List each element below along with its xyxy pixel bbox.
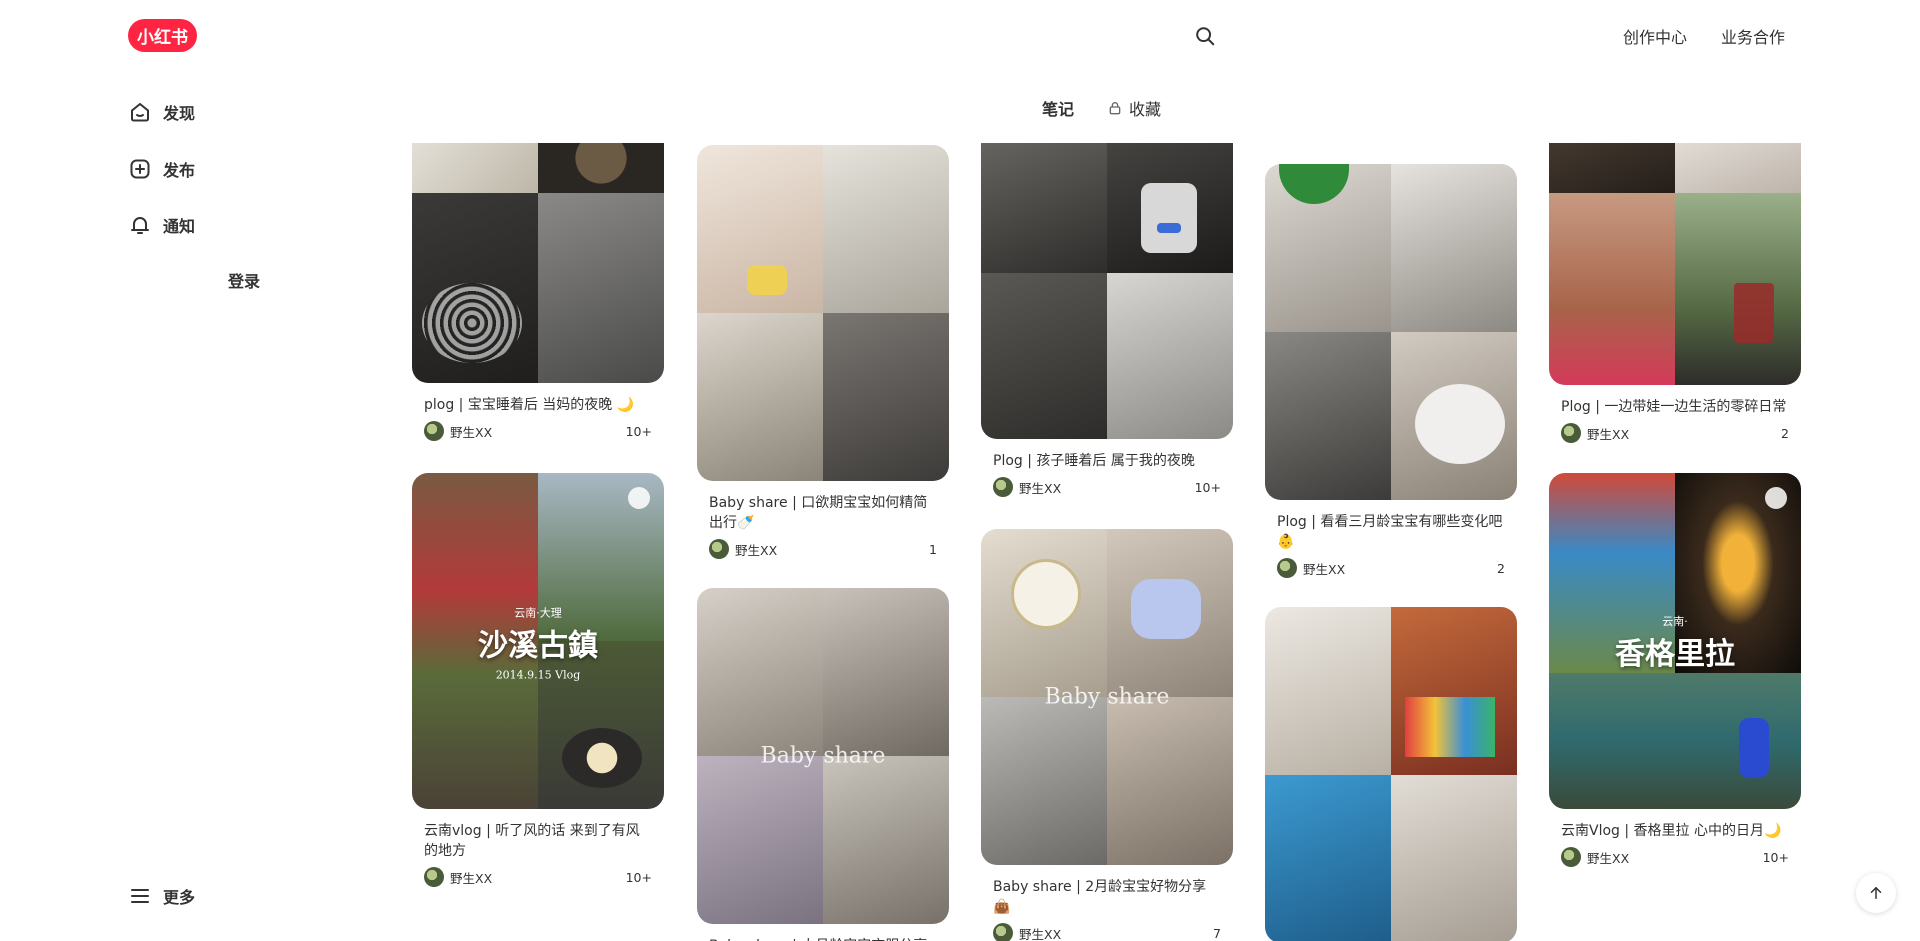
cover-overlay: 云南·大理 沙溪古鎮 2014.9.15 Vlog bbox=[412, 601, 664, 682]
note-cover[interactable]: 云南· 香格里拉 bbox=[1549, 473, 1801, 809]
like-count[interactable]: 10+ bbox=[1763, 850, 1789, 865]
avatar[interactable] bbox=[993, 477, 1013, 497]
note-title[interactable]: 云南vlog | 听了风的话 来到了有风的地方 bbox=[412, 809, 664, 861]
avatar[interactable] bbox=[993, 923, 1013, 941]
note-author[interactable]: 野生XX bbox=[1587, 424, 1781, 443]
note-author[interactable]: 野生XX bbox=[1019, 478, 1195, 497]
cover-overlay-title: 香格里拉 bbox=[1615, 637, 1735, 672]
sidebar-item-publish[interactable]: 发布 bbox=[128, 149, 195, 189]
note-author[interactable]: 野生XX bbox=[735, 540, 929, 559]
note-author[interactable]: 野生XX bbox=[1019, 924, 1213, 941]
select-circle-icon[interactable] bbox=[628, 487, 650, 509]
cover-overlay-title: Baby share bbox=[1044, 684, 1170, 710]
lock-icon bbox=[1109, 102, 1121, 115]
note-cover[interactable] bbox=[1265, 164, 1517, 500]
login-button[interactable]: 登录 bbox=[228, 268, 260, 292]
note-feed: plog | 宝宝睡着后 当妈的夜晚 🌙 野生XX 10+ 云南·大理 沙溪古鎮… bbox=[400, 143, 1820, 941]
note-meta: 野生XX 10+ bbox=[1549, 847, 1801, 867]
note-card[interactable]: Baby share Baby share | 小月龄宝宝衣服分享 bbox=[697, 588, 949, 941]
avatar[interactable] bbox=[1561, 423, 1581, 443]
cover-overlay-small: 云南· bbox=[1662, 615, 1688, 628]
note-author[interactable]: 野生XX bbox=[450, 422, 626, 441]
note-card[interactable]: Plog | 孩子睡着后 属于我的夜晚 野生XX 10+ bbox=[981, 143, 1233, 497]
top-header: 小红书 创作中心 业务合作 bbox=[0, 0, 1920, 72]
like-count[interactable]: 10+ bbox=[626, 870, 652, 885]
note-cover[interactable] bbox=[981, 143, 1233, 439]
cover-overlay-title: 沙溪古鎮 bbox=[478, 628, 598, 664]
note-meta: 野生XX 1 bbox=[697, 539, 949, 559]
note-card[interactable]: Baby share Baby share | 2月龄宝宝好物分享👜 野生XX … bbox=[981, 529, 1233, 941]
like-count[interactable]: 1 bbox=[929, 542, 937, 557]
avatar[interactable] bbox=[1561, 847, 1581, 867]
tab-collect[interactable]: 收藏 bbox=[1107, 96, 1161, 120]
search-icon[interactable] bbox=[1194, 25, 1216, 47]
note-cover[interactable] bbox=[697, 145, 949, 481]
note-title[interactable]: 云南Vlog | 香格里拉 心中的日月🌙 bbox=[1549, 809, 1801, 841]
avatar[interactable] bbox=[1277, 558, 1297, 578]
like-count[interactable]: 10+ bbox=[626, 424, 652, 439]
note-cover[interactable]: Baby share bbox=[697, 588, 949, 924]
note-meta: 野生XX 2 bbox=[1549, 423, 1801, 443]
note-cover[interactable]: 云南·大理 沙溪古鎮 2014.9.15 Vlog bbox=[412, 473, 664, 809]
note-meta: 野生XX 2 bbox=[1265, 558, 1517, 578]
cover-overlay-subtitle: 2014.9.15 Vlog bbox=[495, 668, 581, 682]
sidebar-item-label: 发现 bbox=[163, 104, 196, 123]
arrow-up-icon bbox=[1870, 887, 1882, 899]
tab-label: 收藏 bbox=[1129, 100, 1162, 119]
avatar[interactable] bbox=[424, 867, 444, 887]
select-circle-icon[interactable] bbox=[1765, 487, 1787, 509]
like-count[interactable]: 2 bbox=[1781, 426, 1789, 441]
note-title[interactable]: Plog | 一边带娃一边生活的零碎日常 bbox=[1549, 385, 1801, 417]
note-card[interactable]: plog | 宝宝睡着后 当妈的夜晚 🌙 野生XX 10+ bbox=[412, 143, 664, 441]
note-card[interactable] bbox=[1265, 607, 1517, 941]
business-cooperation-link[interactable]: 业务合作 bbox=[1721, 24, 1785, 48]
note-card[interactable]: Baby share | 口欲期宝宝如何精简出行🍼 野生XX 1 bbox=[697, 145, 949, 559]
xiaohongshu-logo[interactable]: 小红书 bbox=[128, 19, 197, 52]
note-card[interactable]: 云南· 香格里拉 云南Vlog | 香格里拉 心中的日月🌙 野生XX 10+ bbox=[1549, 473, 1801, 867]
note-title[interactable]: Plog | 孩子睡着后 属于我的夜晚 bbox=[981, 439, 1233, 471]
avatar[interactable] bbox=[424, 421, 444, 441]
sidebar-item-label: 发布 bbox=[163, 161, 196, 180]
creator-center-link[interactable]: 创作中心 bbox=[1623, 24, 1687, 48]
note-cover[interactable] bbox=[1265, 607, 1517, 941]
note-title[interactable]: Baby share | 2月龄宝宝好物分享👜 bbox=[981, 865, 1233, 917]
plus-square-icon bbox=[130, 159, 150, 179]
cover-overlay-title: Baby share bbox=[760, 743, 886, 769]
note-meta: 野生XX 10+ bbox=[412, 867, 664, 887]
note-card[interactable]: Plog | 看看三月龄宝宝有哪些变化吧👶 野生XX 2 bbox=[1265, 164, 1517, 578]
note-cover[interactable] bbox=[412, 143, 664, 383]
note-meta: 野生XX 7 bbox=[981, 923, 1233, 941]
note-title[interactable]: Baby share | 小月龄宝宝衣服分享 bbox=[697, 924, 949, 941]
note-title[interactable]: plog | 宝宝睡着后 当妈的夜晚 🌙 bbox=[412, 383, 664, 415]
back-to-top-button[interactable] bbox=[1856, 873, 1896, 913]
note-cover[interactable] bbox=[1549, 143, 1801, 385]
cover-overlay-small: 云南·大理 bbox=[514, 606, 562, 620]
like-count[interactable]: 10+ bbox=[1195, 480, 1221, 495]
sidebar-item-label: 更多 bbox=[163, 888, 196, 907]
like-count[interactable]: 2 bbox=[1497, 561, 1505, 576]
cover-overlay: 云南· 香格里拉 bbox=[1549, 609, 1801, 673]
sidebar-item-more[interactable]: 更多 bbox=[128, 876, 195, 916]
note-author[interactable]: 野生XX bbox=[450, 868, 626, 887]
note-meta: 野生XX 10+ bbox=[981, 477, 1233, 497]
bell-icon bbox=[131, 217, 149, 234]
sidebar-item-label: 通知 bbox=[163, 217, 196, 236]
avatar[interactable] bbox=[709, 539, 729, 559]
sidebar-item-notifications[interactable]: 通知 bbox=[128, 205, 195, 245]
home-icon bbox=[131, 102, 149, 122]
note-author[interactable]: 野生XX bbox=[1587, 848, 1763, 867]
note-card[interactable]: Plog | 一边带娃一边生活的零碎日常 野生XX 2 bbox=[1549, 143, 1801, 443]
menu-icon bbox=[131, 889, 149, 903]
tab-notes[interactable]: 笔记 bbox=[1042, 96, 1074, 120]
note-meta: 野生XX 10+ bbox=[412, 421, 664, 441]
note-title[interactable]: Baby share | 口欲期宝宝如何精简出行🍼 bbox=[697, 481, 949, 533]
note-cover[interactable]: Baby share bbox=[981, 529, 1233, 865]
note-author[interactable]: 野生XX bbox=[1303, 559, 1497, 578]
note-card[interactable]: 云南·大理 沙溪古鎮 2014.9.15 Vlog 云南vlog | 听了风的话… bbox=[412, 473, 664, 887]
like-count[interactable]: 7 bbox=[1213, 926, 1221, 941]
note-title[interactable]: Plog | 看看三月龄宝宝有哪些变化吧👶 bbox=[1265, 500, 1517, 552]
sidebar-item-discover[interactable]: 发现 bbox=[128, 92, 195, 132]
